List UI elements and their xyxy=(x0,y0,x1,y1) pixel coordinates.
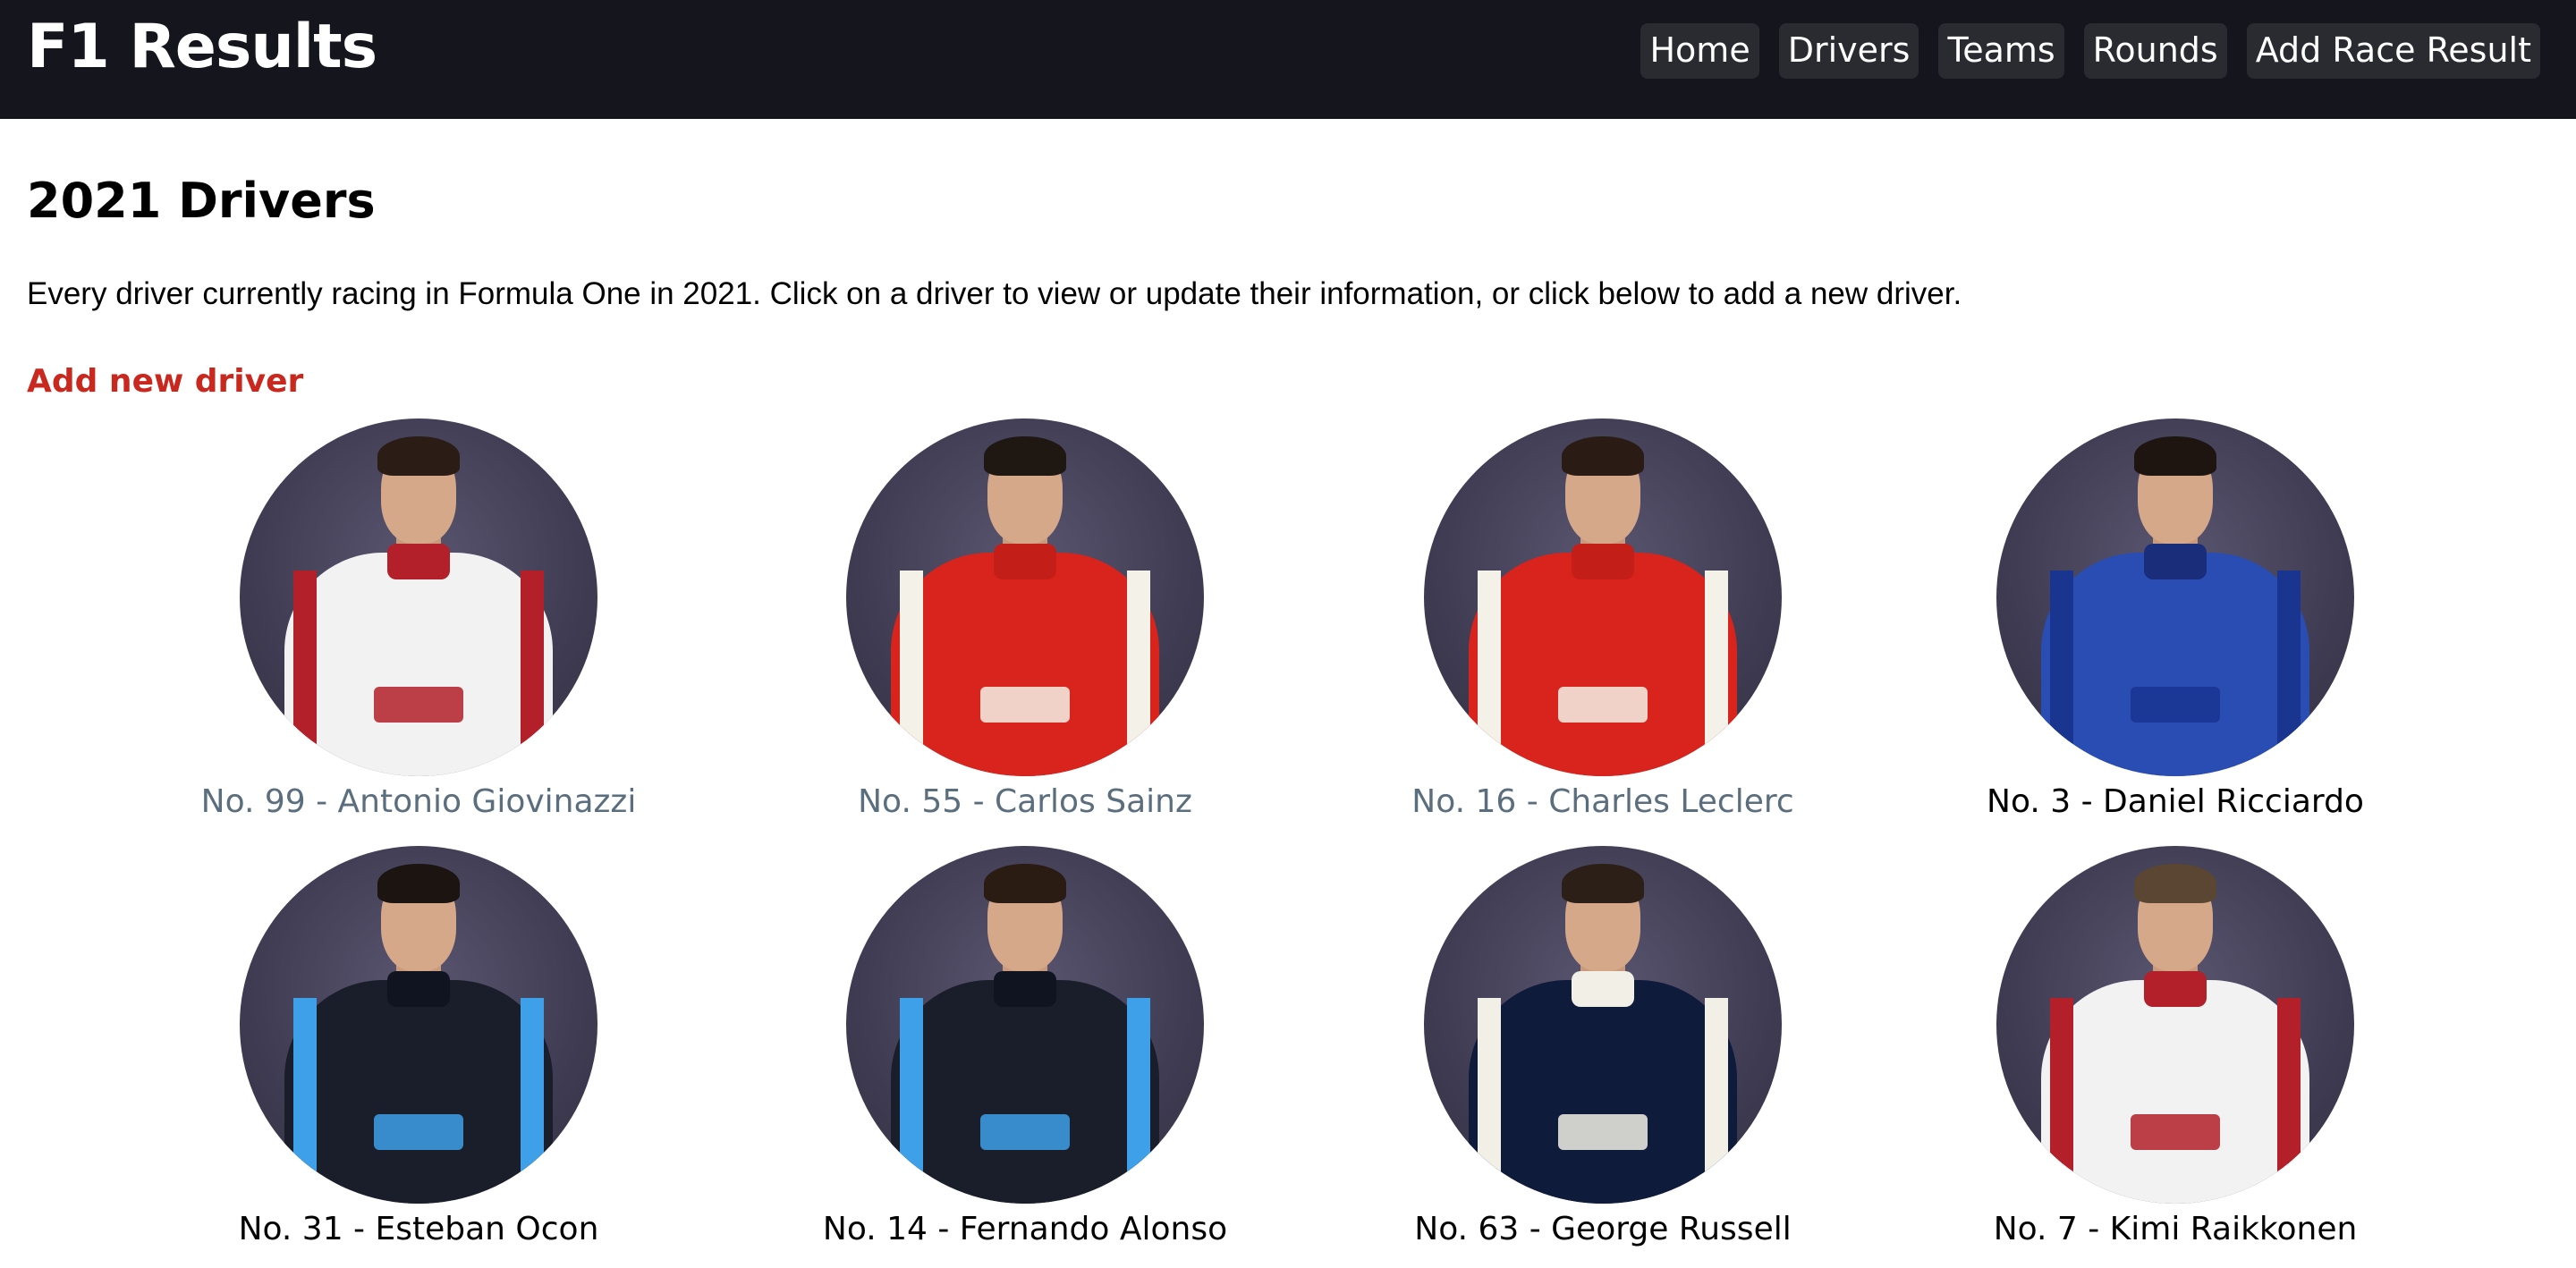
suit-stripe xyxy=(1478,571,1501,776)
race-suit xyxy=(2041,553,2309,776)
suit-stripe xyxy=(2050,571,2073,776)
race-suit xyxy=(1469,553,1737,776)
suit-stripe xyxy=(293,998,317,1204)
driver-photo[interactable] xyxy=(846,418,1204,776)
sponsor-logo xyxy=(374,687,463,723)
suit-stripe xyxy=(900,998,923,1204)
driver-photo[interactable] xyxy=(1996,846,2354,1204)
sponsor-logo xyxy=(980,687,1070,723)
driver-photo[interactable] xyxy=(1424,846,1782,1204)
page-title: 2021 Drivers xyxy=(27,173,376,229)
suit-collar xyxy=(1572,544,1634,579)
suit-collar xyxy=(387,971,450,1007)
driver-name-link[interactable]: No. 14 - Fernando Alonso xyxy=(739,1211,1311,1247)
nav-home[interactable]: Home xyxy=(1640,23,1759,79)
driver-grid: No. 99 - Antonio Giovinazzi No. 55 - Carl… xyxy=(0,0,2576,1268)
sponsor-logo xyxy=(1558,687,1648,723)
driver-name-link[interactable]: No. 55 - Carlos Sainz xyxy=(739,783,1311,820)
suit-stripe xyxy=(293,571,317,776)
suit-collar xyxy=(387,544,450,579)
driver-hair xyxy=(1562,436,1644,476)
sponsor-logo xyxy=(980,1114,1070,1150)
race-suit xyxy=(284,553,553,776)
driver-hair xyxy=(984,864,1066,903)
driver-photo[interactable] xyxy=(240,846,597,1204)
race-suit xyxy=(891,980,1159,1204)
suit-stripe xyxy=(900,571,923,776)
driver-card[interactable]: No. 31 - Esteban Ocon xyxy=(132,846,705,1247)
driver-photo[interactable] xyxy=(846,846,1204,1204)
suit-stripe xyxy=(1705,998,1728,1204)
suit-stripe xyxy=(2277,571,2301,776)
nav-rounds[interactable]: Rounds xyxy=(2083,23,2227,79)
driver-name-link[interactable]: No. 99 - Antonio Giovinazzi xyxy=(132,783,705,820)
suit-collar xyxy=(994,544,1056,579)
suit-stripe xyxy=(1127,571,1150,776)
race-suit xyxy=(1469,980,1737,1204)
sponsor-logo xyxy=(374,1114,463,1150)
driver-card[interactable]: No. 14 - Fernando Alonso xyxy=(739,846,1311,1247)
driver-hair xyxy=(377,436,460,476)
driver-photo[interactable] xyxy=(1424,418,1782,776)
sponsor-logo xyxy=(2131,1114,2220,1150)
driver-name-link[interactable]: No. 63 - George Russell xyxy=(1317,1211,1889,1247)
page-intro: Every driver currently racing in Formula… xyxy=(27,276,1962,311)
driver-hair xyxy=(2134,864,2216,903)
driver-card[interactable]: No. 7 - Kimi Raikkonen xyxy=(1889,846,2462,1247)
suit-collar xyxy=(2144,544,2207,579)
suit-stripe xyxy=(2277,998,2301,1204)
suit-stripe xyxy=(521,571,544,776)
driver-hair xyxy=(984,436,1066,476)
sponsor-logo xyxy=(2131,687,2220,723)
driver-name-link[interactable]: No. 7 - Kimi Raikkonen xyxy=(1889,1211,2462,1247)
driver-hair xyxy=(2134,436,2216,476)
driver-name-link[interactable]: No. 31 - Esteban Ocon xyxy=(132,1211,705,1247)
driver-photo[interactable] xyxy=(240,418,597,776)
suit-collar xyxy=(2144,971,2207,1007)
driver-card[interactable]: No. 3 - Daniel Ricciardo xyxy=(1889,418,2462,820)
suit-stripe xyxy=(2050,998,2073,1204)
suit-collar xyxy=(994,971,1056,1007)
driver-hair xyxy=(1562,864,1644,903)
driver-card[interactable]: No. 55 - Carlos Sainz xyxy=(739,418,1311,820)
site-brand[interactable]: F1 Results xyxy=(27,13,377,81)
navbar: F1 Results Home Drivers Teams Rounds Add… xyxy=(0,0,2576,119)
sponsor-logo xyxy=(1558,1114,1648,1150)
nav-teams[interactable]: Teams xyxy=(1938,23,2064,79)
race-suit xyxy=(891,553,1159,776)
driver-name-link[interactable]: No. 16 - Charles Leclerc xyxy=(1317,783,1889,820)
nav-add-race-result[interactable]: Add Race Result xyxy=(2246,23,2540,79)
nav-drivers[interactable]: Drivers xyxy=(1778,23,1919,79)
add-new-driver-link[interactable]: Add new driver xyxy=(27,363,303,400)
driver-card[interactable]: No. 63 - George Russell xyxy=(1317,846,1889,1247)
suit-collar xyxy=(1572,971,1634,1007)
suit-stripe xyxy=(1478,998,1501,1204)
race-suit xyxy=(284,980,553,1204)
race-suit xyxy=(2041,980,2309,1204)
driver-name-link[interactable]: No. 3 - Daniel Ricciardo xyxy=(1889,783,2462,820)
suit-stripe xyxy=(521,998,544,1204)
driver-photo[interactable] xyxy=(1996,418,2354,776)
suit-stripe xyxy=(1127,998,1150,1204)
nav-links: Home Drivers Teams Rounds Add Race Resul… xyxy=(1640,23,2540,79)
driver-card[interactable]: No. 99 - Antonio Giovinazzi xyxy=(132,418,705,820)
driver-card[interactable]: No. 16 - Charles Leclerc xyxy=(1317,418,1889,820)
driver-hair xyxy=(377,864,460,903)
suit-stripe xyxy=(1705,571,1728,776)
